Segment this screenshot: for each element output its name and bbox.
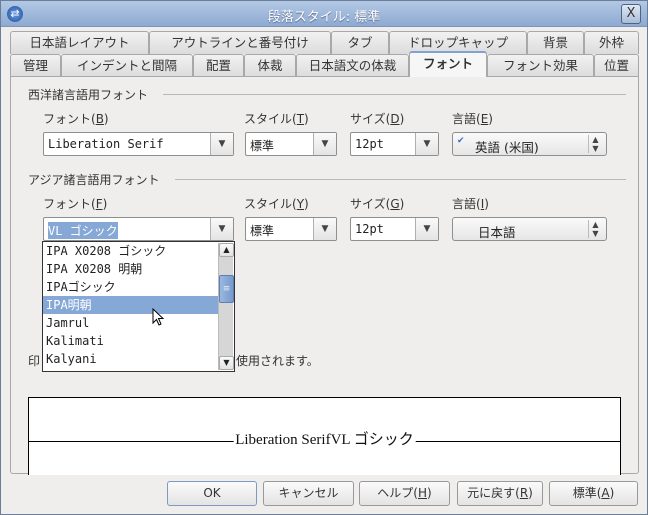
western-language-select[interactable]: ✔ 英語 (米国) ▲ ▼ <box>452 132 607 156</box>
standard-button[interactable]: 標準(A) <box>549 481 638 506</box>
chevron-down-icon[interactable]: ▼ <box>313 218 336 240</box>
western-size-label: サイズ(D) <box>350 112 405 126</box>
window-title: 段落スタイル: 標準 <box>267 10 381 25</box>
western-style-value: 標準 <box>250 139 275 153</box>
tab-position[interactable]: 位置 <box>594 54 639 77</box>
list-item[interactable]: Kalimati <box>43 332 218 350</box>
chevron-down-icon[interactable]: ▼ <box>415 133 438 155</box>
western-style-combo[interactable]: 標準 ▼ <box>245 132 337 156</box>
chevron-down-icon[interactable]: ▼ <box>313 133 336 155</box>
tab-background[interactable]: 背景 <box>527 31 584 54</box>
spellcheck-icon: ✔ <box>457 136 465 146</box>
asian-language-label: 言語(I) <box>452 197 489 211</box>
tab-indents-spacing[interactable]: インデントと間隔 <box>61 54 193 77</box>
cancel-button[interactable]: キャンセル <box>263 481 354 506</box>
list-item[interactable]: IPA X0208 明朝 <box>43 260 218 278</box>
tab-alignment[interactable]: 配置 <box>193 54 244 77</box>
tab-font[interactable]: フォント <box>409 51 487 77</box>
font-preview: Liberation SerifVL ゴシック <box>28 397 621 475</box>
list-item-highlighted[interactable]: IPA明朝 <box>43 296 218 314</box>
asian-size-value: 12pt <box>355 222 384 236</box>
asian-font-value[interactable]: VL ゴシック <box>48 222 118 239</box>
western-language-label: 言語(E) <box>452 112 493 126</box>
chevron-down-icon[interactable]: ▼ <box>210 218 233 240</box>
tab-tabs[interactable]: タブ <box>331 31 389 54</box>
tab-font-effects[interactable]: フォント効果 <box>487 54 594 77</box>
font-dropdown-list[interactable]: IPA X0208 ゴシック IPA X0208 明朝 IPAゴシック IPA明… <box>42 241 235 372</box>
updown-arrows-icon: ▲ ▼ <box>588 220 602 238</box>
asian-font-section-title: アジア諸言語用フォント <box>28 173 160 187</box>
tab-borders[interactable]: 外枠 <box>584 31 639 54</box>
note-prefix: 印 <box>28 354 41 368</box>
scrollbar[interactable]: ▲ ≡ ▼ <box>218 243 234 370</box>
mouse-cursor-icon <box>152 308 165 326</box>
asian-style-combo[interactable]: 標準 ▼ <box>245 217 337 241</box>
asian-font-label: フォント(F) <box>43 197 108 211</box>
scroll-down-icon[interactable]: ▼ <box>219 356 234 370</box>
list-item[interactable]: Jamrul <box>43 314 218 332</box>
list-item[interactable]: IPAゴシック <box>43 278 218 296</box>
scroll-up-icon[interactable]: ▲ <box>219 243 234 257</box>
asian-font-combo[interactable]: VL ゴシック ▼ <box>43 217 234 241</box>
asian-language-select[interactable]: 日本語 ▲ ▼ <box>452 217 607 241</box>
scrollbar-thumb[interactable]: ≡ <box>219 275 234 303</box>
reset-button[interactable]: 元に戻す(R) <box>457 481 543 506</box>
list-item[interactable]: IPA X0208 ゴシック <box>43 242 218 260</box>
western-size-combo[interactable]: 12pt ▼ <box>350 132 439 156</box>
divider <box>163 94 626 95</box>
paragraph-style-dialog: ⇄ 段落スタイル: 標準 X 日本語レイアウト アウトラインと番号付け タブ ド… <box>0 0 648 515</box>
divider <box>175 179 626 180</box>
help-button[interactable]: ヘルプ(H) <box>359 481 450 506</box>
tab-text-flow[interactable]: 体裁 <box>244 54 296 77</box>
note-text: 使用されます。 <box>236 354 319 368</box>
close-button[interactable]: X <box>621 4 641 24</box>
western-size-value: 12pt <box>355 137 384 151</box>
preview-text: Liberation SerifVL ゴシック <box>233 428 416 449</box>
western-language-value: 英語 (米国) <box>475 140 539 155</box>
western-font-combo[interactable]: Liberation Serif ▼ <box>43 132 234 156</box>
tab-japanese-layout[interactable]: 日本語レイアウト <box>10 31 149 54</box>
asian-style-value: 標準 <box>250 224 275 238</box>
western-font-value: Liberation Serif <box>48 137 164 151</box>
chevron-down-icon[interactable]: ▼ <box>210 133 233 155</box>
asian-size-label: サイズ(G) <box>350 197 405 211</box>
chevron-down-icon[interactable]: ▼ <box>415 218 438 240</box>
tab-organizer[interactable]: 管理 <box>10 54 61 77</box>
western-font-label: フォント(B) <box>43 112 109 126</box>
tab-asian-typography[interactable]: 日本語文の体裁 <box>296 54 409 77</box>
asian-language-value: 日本語 <box>478 225 516 240</box>
tab-outline-numbering[interactable]: アウトラインと番号付け <box>149 31 331 54</box>
asian-style-label: スタイル(Y) <box>244 197 309 211</box>
title-bar: ⇄ 段落スタイル: 標準 X <box>1 1 647 27</box>
ok-button[interactable]: OK <box>167 481 257 506</box>
western-font-section-title: 西洋諸言語用フォント <box>28 88 149 102</box>
list-item[interactable]: Kalyani <box>43 350 218 368</box>
updown-arrows-icon: ▲ ▼ <box>588 135 602 153</box>
asian-size-combo[interactable]: 12pt ▼ <box>350 217 439 241</box>
western-style-label: スタイル(T) <box>244 112 309 126</box>
